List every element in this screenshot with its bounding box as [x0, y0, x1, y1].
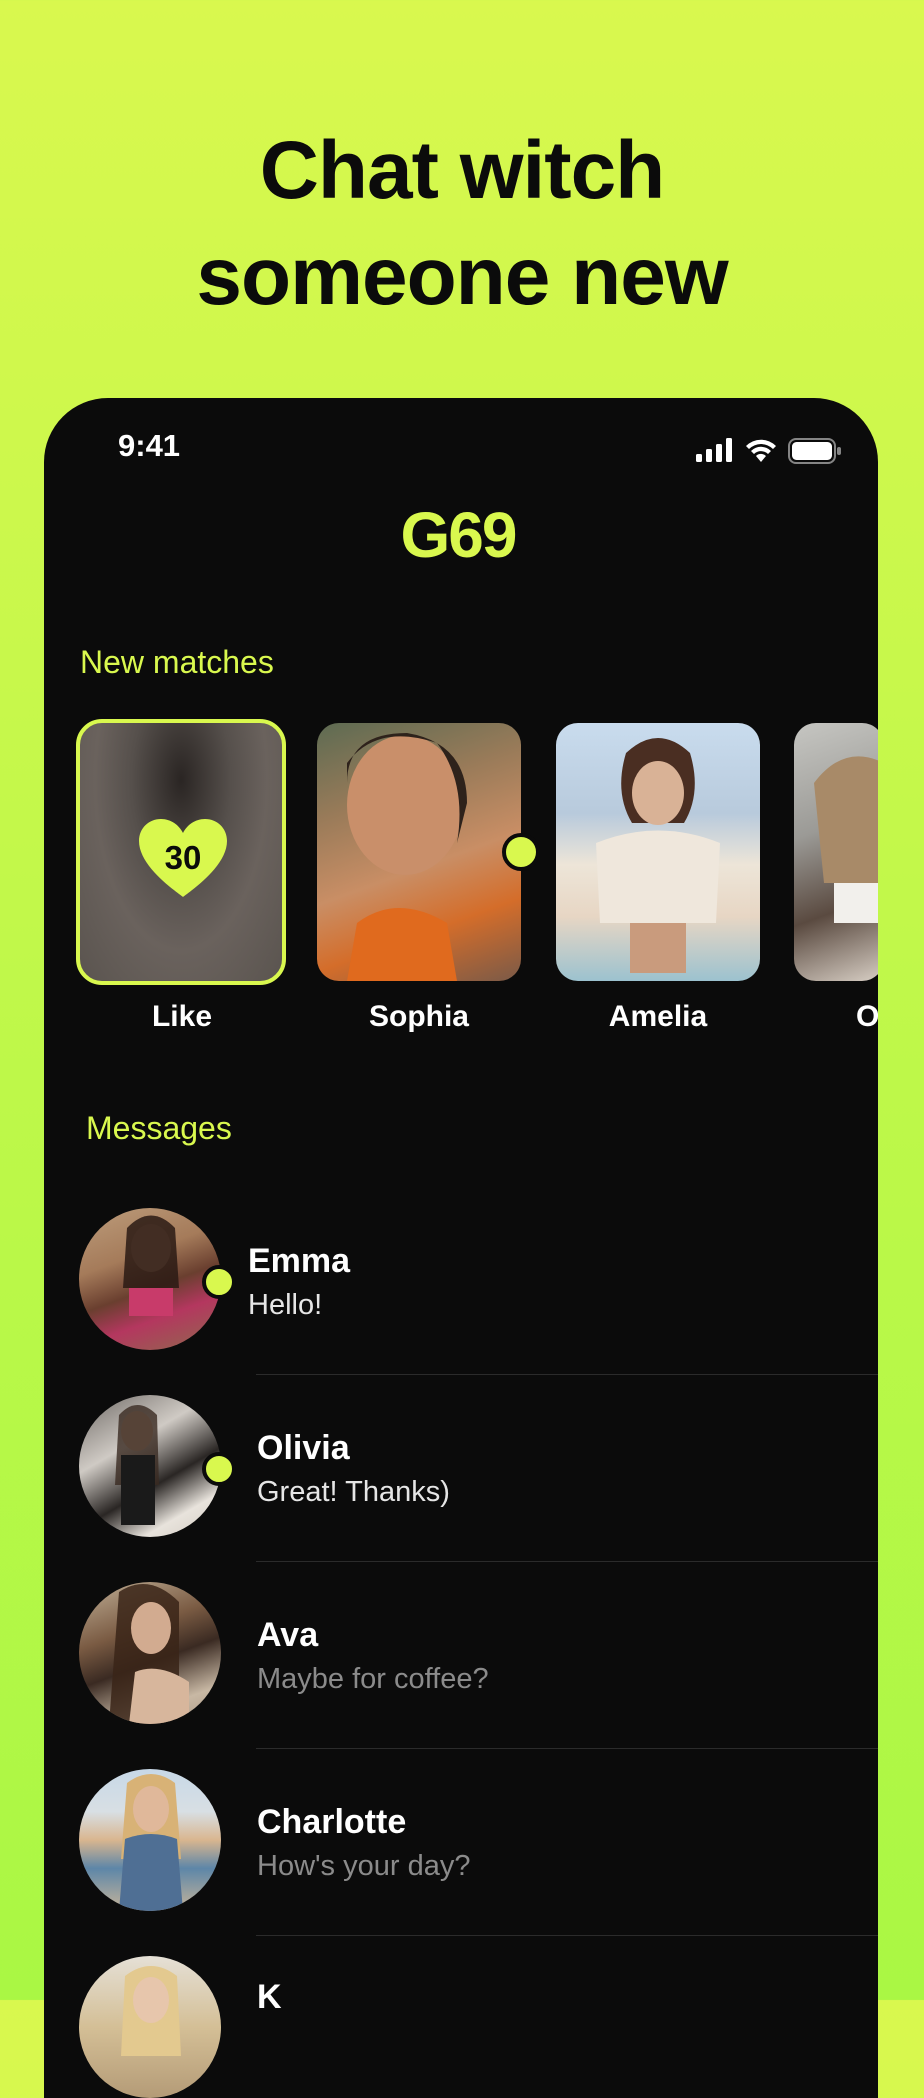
- app-logo: G69: [400, 499, 518, 571]
- battery-icon: [788, 438, 841, 464]
- conversation-row-ava[interactable]: Ava Maybe for coffee?: [44, 1572, 878, 1759]
- headline: Chat witch someone new: [0, 118, 924, 330]
- messages-title: Messages: [86, 1110, 232, 1146]
- status-time: 9:41: [118, 428, 181, 463]
- message-preview: How's your day?: [257, 1850, 471, 1882]
- conversation-row-emma[interactable]: Emma Hello!: [44, 1198, 878, 1385]
- conversation-row-partial[interactable]: K: [44, 1946, 878, 2098]
- contact-name: K: [257, 1978, 282, 2016]
- match-name: O: [856, 1000, 878, 1033]
- cellular-signal-icon: [696, 438, 732, 462]
- contact-name: Emma: [248, 1242, 351, 1280]
- conversation-row-charlotte[interactable]: Charlotte How's your day?: [44, 1759, 878, 1946]
- likes-card[interactable]: 30: [76, 719, 286, 985]
- phone-screen: 9:41 G69 New matches 30 Like Sophia Amel…: [44, 398, 878, 2098]
- avatar: [79, 1582, 221, 1724]
- online-indicator: [502, 833, 540, 871]
- match-card-amelia[interactable]: [556, 723, 760, 981]
- divider: [256, 1935, 878, 1936]
- avatar: [79, 1956, 221, 2098]
- profile-photo-partial: [814, 756, 878, 923]
- conversation-row-olivia[interactable]: Olivia Great! Thanks): [44, 1385, 878, 1572]
- online-indicator: [202, 1265, 236, 1299]
- avatar: [79, 1208, 221, 1350]
- message-preview: Maybe for coffee?: [257, 1663, 489, 1695]
- contact-name: Ava: [257, 1616, 319, 1654]
- contact-name: Olivia: [257, 1429, 350, 1467]
- new-matches-title: New matches: [80, 644, 274, 680]
- match-name: Amelia: [608, 1000, 708, 1033]
- wifi-icon: [746, 439, 776, 462]
- match-name: Sophia: [368, 1000, 469, 1033]
- divider: [256, 1374, 878, 1375]
- heart-icon: 30: [137, 817, 229, 899]
- divider: [256, 1561, 878, 1562]
- avatar: [79, 1769, 221, 1911]
- divider: [256, 1748, 878, 1749]
- match-card-sophia[interactable]: [317, 723, 521, 981]
- headline-line-2: someone new: [196, 231, 728, 322]
- avatar: [79, 1395, 221, 1537]
- headline-line-1: Chat witch: [259, 125, 666, 216]
- message-preview: Great! Thanks): [257, 1476, 450, 1508]
- profile-photo-sophia: [347, 733, 467, 981]
- profile-photo-amelia: [596, 738, 720, 973]
- online-indicator: [202, 1452, 236, 1486]
- contact-name: Charlotte: [257, 1803, 407, 1841]
- likes-count: 30: [164, 839, 202, 876]
- like-card-label: Like: [151, 1000, 213, 1033]
- message-preview: Hello!: [248, 1289, 323, 1321]
- match-card-partial[interactable]: [794, 723, 878, 981]
